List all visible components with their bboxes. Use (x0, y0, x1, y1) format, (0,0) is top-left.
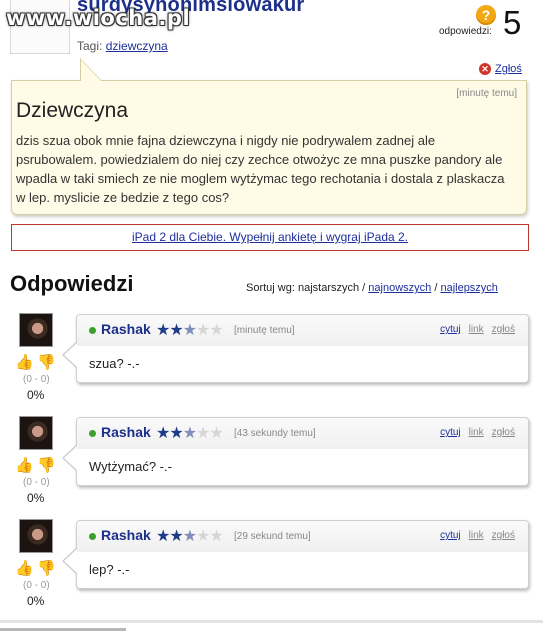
online-dot-icon (89, 327, 96, 334)
thumbs-up-icon[interactable]: 👍 (15, 457, 34, 474)
rating-stars: ★★★★★ (156, 322, 224, 339)
cite-link[interactable]: cytuj (440, 427, 461, 438)
thumbs-down-icon[interactable]: 👎 (37, 560, 56, 577)
answers-count-label: odpowiedzi: (439, 26, 492, 37)
answer-text: Wytżymać? -.- (89, 459, 172, 474)
cite-link[interactable]: cytuj (440, 324, 461, 335)
tags-line: Tagi: dziewczyna (77, 39, 168, 53)
answer-bubble-tail-inner (64, 343, 77, 367)
answer-text: szua? -.- (89, 356, 140, 371)
sort-label: Sortuj wg: najstarszych / (246, 282, 366, 294)
vote-score: (0 - 0) (23, 580, 50, 591)
answer-username[interactable]: Rashak (101, 424, 151, 440)
ad-banner[interactable]: iPad 2 dla Ciebie. Wypełnij ankietę i wy… (11, 224, 529, 251)
answer-item: 👍 👎 (0 - 0) 0% Rashak ★★★★★ [43 sekundy … (0, 416, 543, 516)
close-icon: ✕ (479, 63, 491, 76)
permalink[interactable]: link (469, 427, 484, 438)
answer-avatar[interactable] (19, 313, 53, 347)
answer-username[interactable]: Rashak (101, 321, 151, 337)
sort-newest-link[interactable]: najnowszych (368, 282, 431, 294)
rating-stars: ★★★★★ (156, 425, 224, 442)
answer-bubble: Rashak ★★★★★ [29 sekund temu] cytuj link z… (76, 520, 529, 589)
report-answer-link[interactable]: zgłoś (492, 530, 515, 541)
answer-username[interactable]: Rashak (101, 527, 151, 543)
report-link[interactable]: Zgłoś (495, 63, 522, 75)
permalink[interactable]: link (469, 530, 484, 541)
vote-percent: 0% (27, 594, 45, 608)
report-answer-link[interactable]: zgłoś (492, 427, 515, 438)
sort-separator: / (434, 282, 438, 294)
rating-stars: ★★★★★ (156, 528, 224, 545)
report-answer-link[interactable]: zgłoś (492, 324, 515, 335)
tags-label: Tagi: (77, 39, 103, 53)
vote-score: (0 - 0) (23, 374, 50, 385)
answers-heading: Odpowiedzi (10, 271, 134, 296)
online-dot-icon (89, 430, 96, 437)
question-heading: Dziewczyna (16, 99, 129, 122)
thumbs-up-icon[interactable]: 👍 (15, 354, 34, 371)
cite-link[interactable]: cytuj (440, 530, 461, 541)
answer-avatar[interactable] (19, 416, 53, 450)
answer-actions: cytuj link zgłoś (432, 324, 515, 335)
question-body: dzis szua obok mnie fajna dziewczyna i n… (16, 133, 505, 205)
ad-link[interactable]: iPad 2 dla Ciebie. Wypełnij ankietę i wy… (132, 230, 408, 244)
answer-item: 👍 👎 (0 - 0) 0% Rashak ★★★★★ [29 sekund t… (0, 519, 543, 619)
question-time: [minutę temu] (456, 88, 517, 99)
sort-best-link[interactable]: najlepszych (440, 282, 497, 294)
thumbs-up-icon[interactable]: 👍 (15, 560, 34, 577)
thumbs-down-icon[interactable]: 👎 (37, 457, 56, 474)
site-watermark: www.wiocha.pl (6, 6, 191, 30)
question-box: [minutę temu] Dziewczyna dzis szua obok … (11, 80, 527, 215)
answer-bubble-tail-inner (64, 549, 77, 573)
vote-percent: 0% (27, 491, 45, 505)
answer-actions: cytuj link zgłoś (432, 427, 515, 438)
permalink[interactable]: link (469, 324, 484, 335)
answers-count: 5 (503, 4, 522, 41)
tag-link[interactable]: dziewczyna (106, 39, 168, 53)
answer-item: 👍 👎 (0 - 0) 0% Rashak ★★★★★ [minutę temu… (0, 313, 543, 413)
page-divider (0, 620, 543, 623)
online-dot-icon (89, 533, 96, 540)
answer-text: lep? -.- (89, 562, 130, 577)
answer-bubble-tail-inner (64, 446, 77, 470)
answer-time: [43 sekundy temu] (234, 428, 316, 439)
horizontal-scrollbar[interactable] (0, 628, 126, 631)
answer-time: [minutę temu] (234, 325, 295, 336)
answer-bubble: Rashak ★★★★★ [minutę temu] cytuj link zgło… (76, 314, 529, 383)
vote-percent: 0% (27, 388, 45, 402)
question-mark-icon: ? (476, 5, 496, 25)
answer-actions: cytuj link zgłoś (432, 530, 515, 541)
report-question[interactable]: ✕ Zgłoś (479, 63, 522, 76)
sort-options: Sortuj wg: najstarszych / najnowszych / … (246, 282, 498, 294)
answer-bubble: Rashak ★★★★★ [43 sekundy temu] cytuj link… (76, 417, 529, 486)
question-bubble-tail-inner (81, 60, 101, 81)
answer-avatar[interactable] (19, 519, 53, 553)
answer-time: [29 sekund temu] (234, 531, 311, 542)
vote-score: (0 - 0) (23, 477, 50, 488)
thumbs-down-icon[interactable]: 👎 (37, 354, 56, 371)
